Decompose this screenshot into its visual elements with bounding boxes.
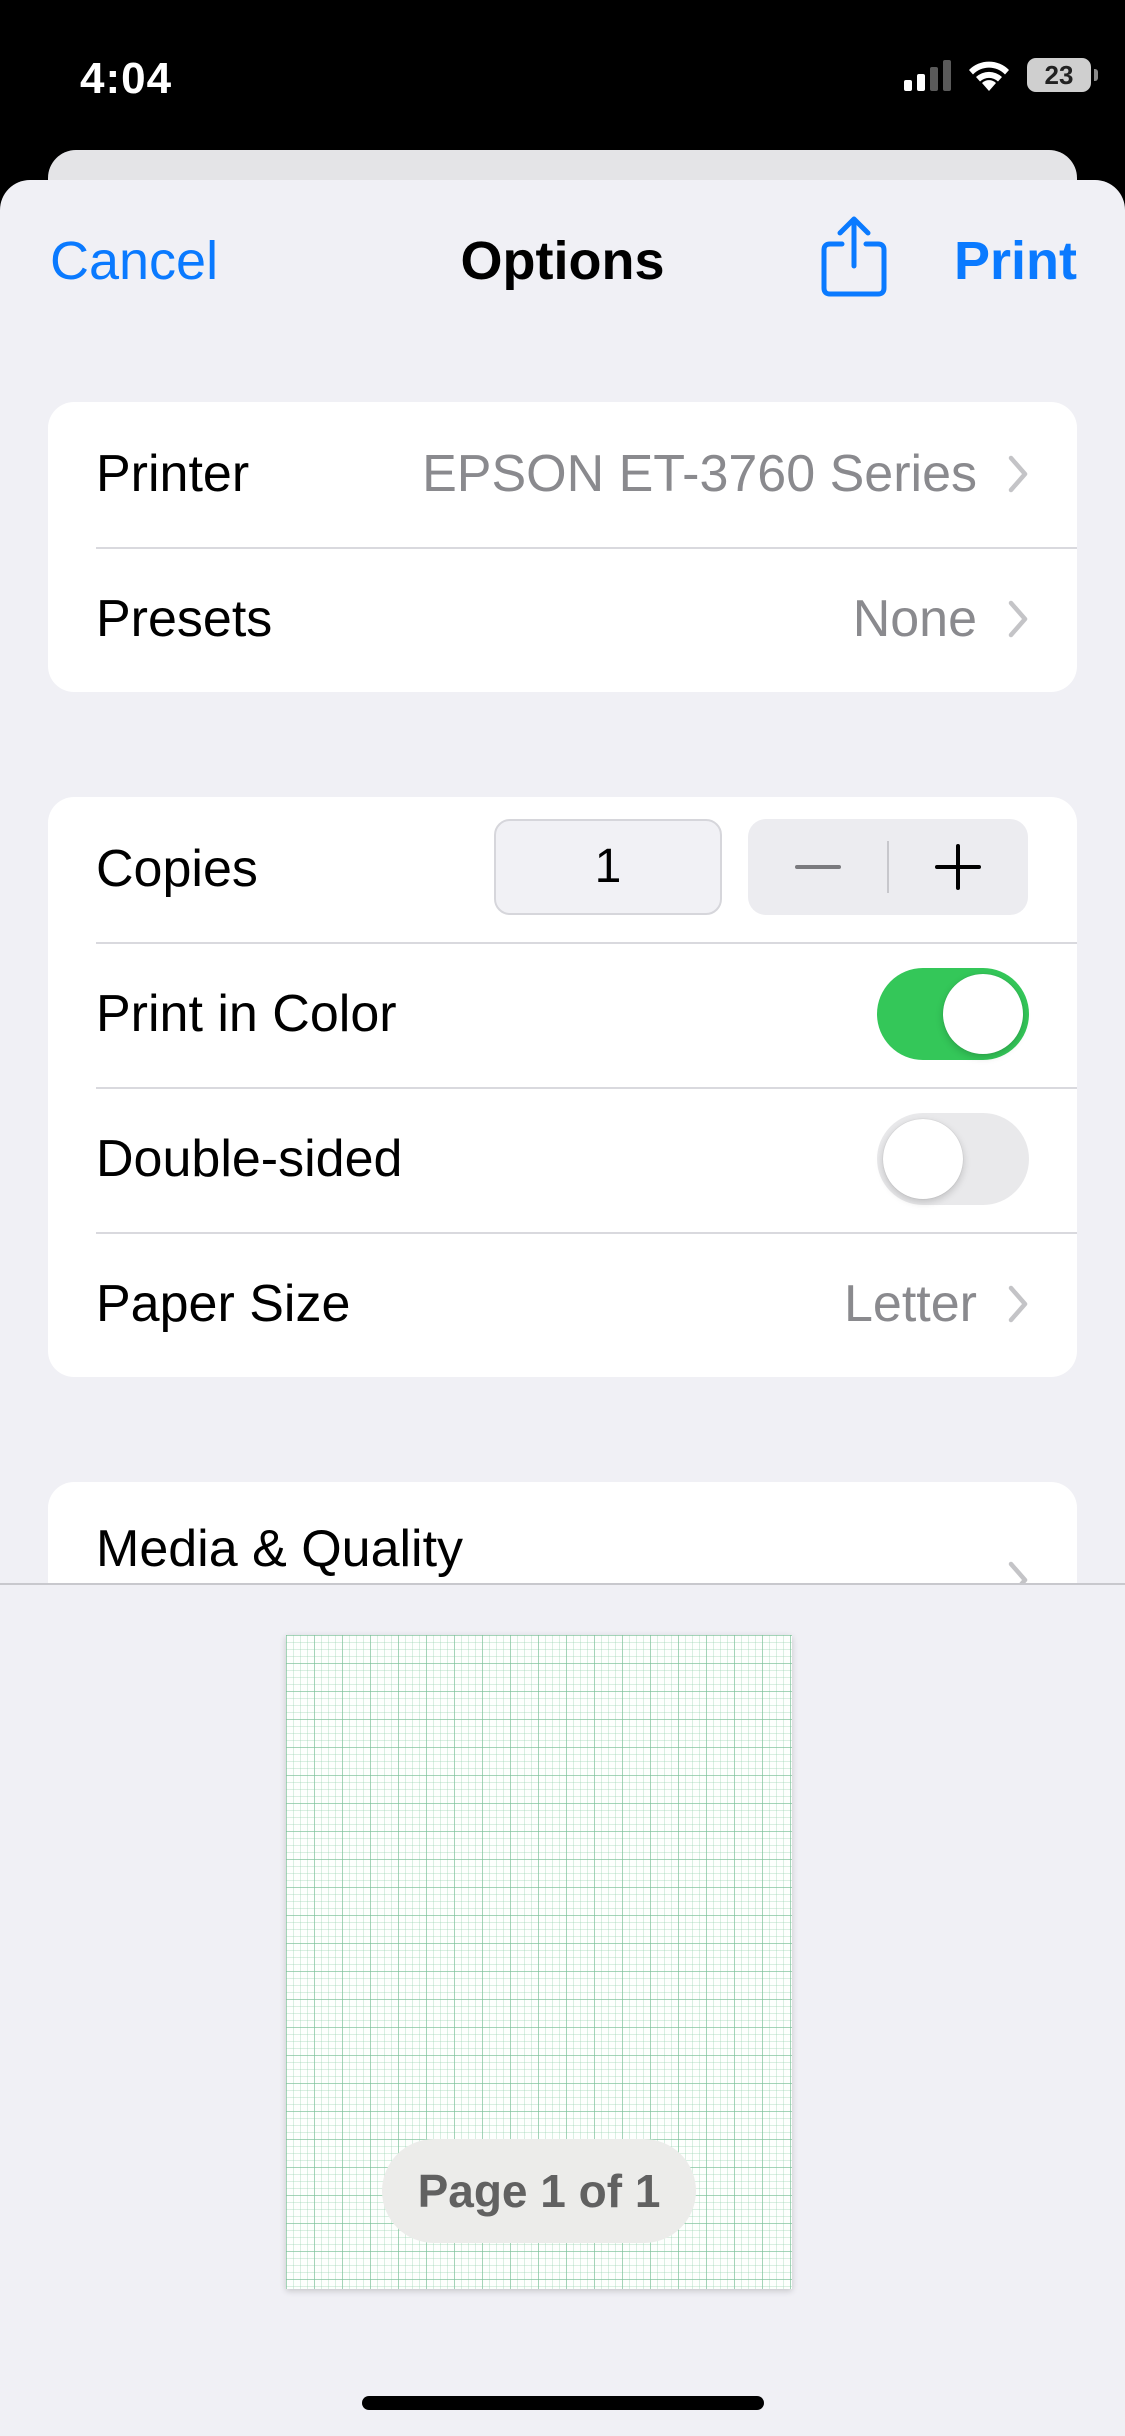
- copies-label: Copies: [96, 840, 258, 898]
- print-preview-area: Page 1 of 1: [0, 1583, 1125, 2436]
- paper-size-row[interactable]: Paper Size Letter: [48, 1232, 1077, 1377]
- paper-size-value: Letter: [844, 1275, 977, 1333]
- print-options-screen: 4:04 23 Cancel Options Print Printer EPS…: [0, 0, 1125, 2436]
- chevron-right-icon: [1008, 1285, 1028, 1323]
- paper-size-label: Paper Size: [96, 1275, 351, 1333]
- printer-value: EPSON ET-3760 Series: [422, 445, 977, 503]
- copies-stepper: [748, 819, 1028, 915]
- toggle-knob: [943, 974, 1023, 1054]
- print-in-color-row: Print in Color: [48, 942, 1077, 1087]
- presets-row[interactable]: Presets None: [48, 547, 1077, 692]
- increment-button[interactable]: [888, 819, 1028, 915]
- chevron-right-icon: [1008, 455, 1028, 493]
- share-icon[interactable]: [818, 214, 890, 298]
- presets-label: Presets: [96, 590, 273, 648]
- chevron-right-icon: [1008, 600, 1028, 638]
- signal-bars-icon: [904, 59, 951, 91]
- double-sided-toggle[interactable]: [877, 1113, 1029, 1205]
- copies-field[interactable]: 1: [494, 819, 722, 915]
- toggle-knob: [883, 1119, 963, 1199]
- copies-row: Copies 1: [48, 797, 1077, 942]
- status-icons: 23: [904, 58, 1098, 92]
- decrement-button[interactable]: [748, 819, 888, 915]
- battery-level: 23: [1044, 59, 1074, 90]
- page-indicator: Page 1 of 1: [382, 2139, 696, 2243]
- printer-group: Printer EPSON ET-3760 Series Presets Non…: [48, 402, 1077, 692]
- printer-label: Printer: [96, 445, 250, 503]
- printer-row[interactable]: Printer EPSON ET-3760 Series: [48, 402, 1077, 547]
- wifi-icon: [969, 61, 1009, 91]
- print-in-color-label: Print in Color: [96, 985, 397, 1043]
- presets-value: None: [852, 590, 977, 648]
- status-time: 4:04: [80, 54, 173, 103]
- double-sided-label: Double-sided: [96, 1130, 403, 1188]
- double-sided-row: Double-sided: [48, 1087, 1077, 1232]
- print-in-color-toggle[interactable]: [877, 968, 1029, 1060]
- print-settings-group: Copies 1 Print in Color Double-sided Pap…: [48, 797, 1077, 1377]
- print-options-sheet: Cancel Options Print Printer EPSON ET-37…: [0, 180, 1125, 2436]
- print-button[interactable]: Print: [954, 230, 1077, 292]
- battery-icon: 23: [1027, 58, 1098, 92]
- page-preview-thumbnail[interactable]: Page 1 of 1: [286, 1635, 792, 2289]
- home-indicator[interactable]: [362, 2396, 764, 2410]
